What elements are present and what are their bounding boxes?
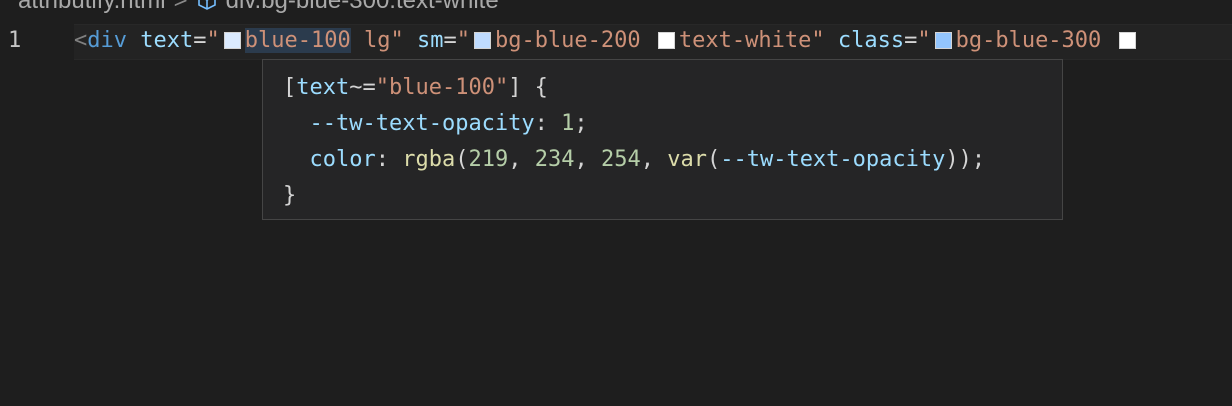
comma-1: ,	[508, 147, 535, 172]
line-number: 1	[8, 28, 22, 53]
tag-name: div	[87, 28, 127, 53]
rgba-b: 254	[600, 147, 641, 172]
var-paren-open: (	[706, 147, 721, 172]
attr-class-quote-open: "	[917, 28, 931, 53]
selector-open: [	[283, 75, 297, 100]
cube-icon	[196, 0, 218, 12]
selector-attr: text	[296, 75, 350, 100]
attr-text-quote-open: "	[206, 28, 220, 53]
breadcrumb: attributify.html > div.bg-blue-300.text-…	[18, 0, 499, 14]
prop-color: color	[309, 147, 376, 172]
breadcrumb-symbol[interactable]: div.bg-blue-300.text-white	[226, 0, 499, 15]
comma-3: ,	[640, 147, 668, 172]
breadcrumb-file[interactable]: attributify.html	[18, 0, 166, 15]
attr-text-quote-close: "	[390, 28, 404, 53]
rgba-paren-open: (	[455, 147, 469, 172]
tag-open-bracket: <	[74, 28, 88, 53]
var-name: --tw-text-opacity	[720, 147, 946, 172]
selector-close: ] {	[508, 75, 548, 100]
fn-rgba: rgba	[402, 147, 456, 172]
prop2-colon: :	[375, 147, 403, 172]
rgba-r: 219	[468, 147, 509, 172]
prop-tw-text-opacity: --tw-text-opacity	[309, 111, 535, 136]
comma-2: ,	[574, 147, 601, 172]
color-swatch-icon[interactable]	[473, 32, 491, 49]
attr-sm-eq: =	[443, 28, 457, 53]
attr-text-eq: =	[193, 28, 207, 53]
color-swatch-icon[interactable]	[223, 32, 241, 49]
prop1-semicolon: ;	[574, 111, 588, 136]
color-swatch-icon[interactable]	[934, 32, 952, 49]
attr-class-name: class	[837, 28, 905, 53]
code-line[interactable]: <div text=" blue-100 lg" sm=" bg-blue-200 …	[74, 24, 1140, 58]
selector-value: "blue-100"	[375, 75, 509, 100]
prop1-colon: :	[534, 111, 562, 136]
hover-tooltip: [text~="blue-100"] { --tw-text-opacity: …	[262, 59, 1063, 220]
rgba-g: 234	[534, 147, 575, 172]
breadcrumb-separator: >	[173, 0, 188, 14]
color-swatch-icon[interactable]	[1118, 32, 1136, 49]
selector-operator: ~=	[349, 75, 376, 100]
attr-sm-quote-open: "	[456, 28, 470, 53]
attr-sm-value-b: text-white	[678, 28, 812, 53]
close-brace: }	[283, 183, 297, 208]
attr-text-value-hovered[interactable]: blue-100	[244, 28, 351, 53]
attr-sm-value-a: bg-blue-200	[494, 28, 641, 53]
paren-close: ));	[945, 147, 986, 172]
attr-class-eq: =	[904, 28, 918, 53]
attr-class-value-a: bg-blue-300	[955, 28, 1102, 53]
attr-sm-quote-close: "	[811, 28, 825, 53]
attr-text-name: text	[140, 28, 194, 53]
prop1-value: 1	[561, 111, 575, 136]
color-swatch-icon[interactable]	[657, 32, 675, 49]
attr-sm-name: sm	[416, 28, 444, 53]
attr-text-value-rest: lg	[350, 28, 391, 53]
fn-var: var	[667, 147, 707, 172]
